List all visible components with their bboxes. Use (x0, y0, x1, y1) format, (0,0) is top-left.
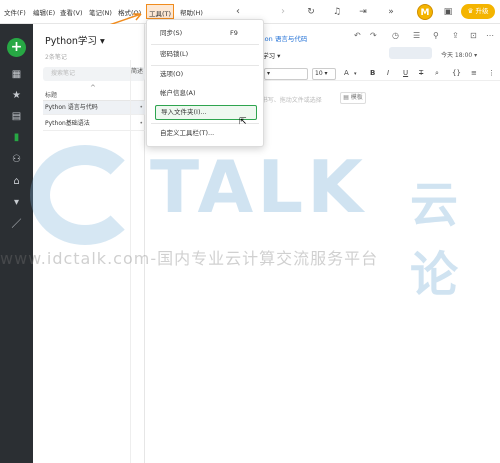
clock-icon[interactable]: ◷ (392, 31, 399, 40)
strikethrough-icon[interactable]: T (419, 69, 423, 77)
template-icon: ▤ (343, 94, 349, 101)
dot-icon: • (139, 120, 143, 127)
menu-item-label: 导入文件夹(I)... (161, 108, 207, 116)
grid-icon[interactable]: ▦ (9, 67, 24, 82)
font-color-icon[interactable]: A (344, 69, 349, 77)
forward-icon[interactable]: › (276, 5, 290, 19)
highlight-icon[interactable]: ⌕ (435, 69, 439, 78)
disabled-button (389, 47, 432, 59)
menu-item-label: 选项(O) (160, 70, 184, 78)
chevron-down-icon[interactable]: ▾ (354, 71, 357, 77)
menu-item-label: 帐户信息(A) (160, 89, 196, 97)
menu-tools[interactable]: 工具(T) (146, 4, 175, 19)
note-icon[interactable]: ▤ (9, 109, 24, 124)
menu-item-account-info[interactable]: 帐户信息(A) (155, 86, 257, 101)
dot-icon: • (139, 104, 143, 111)
sort-up-icon[interactable]: ^ (90, 84, 96, 92)
divider (151, 65, 259, 66)
italic-icon[interactable]: I (387, 69, 389, 77)
upgrade-button[interactable]: ♛ 升级 (461, 4, 495, 19)
upgrade-label: 升级 (475, 7, 489, 15)
menu-view[interactable]: 查看(V) (60, 7, 83, 17)
crown-icon: ♛ (467, 7, 474, 15)
sidebar: + ▦ ★ ▤ ▮ ⚇ ⌂ ▾ ／ (0, 24, 33, 463)
undo-icon[interactable]: ↶ (354, 31, 361, 40)
reminder-time[interactable]: 今天 18:00 ▾ (441, 50, 477, 59)
pen-icon[interactable]: ／ (9, 217, 24, 232)
notebook-icon[interactable]: ▮ (9, 130, 24, 145)
note-count: 2条笔记 (45, 54, 67, 61)
mouse-cursor-icon: ⇱ (239, 117, 247, 127)
note-title: Python 语言与代码 (45, 104, 98, 111)
note-list-panel: Python学习 ▾ 2条笔记 搜索笔记 标题 ^ Python 语言与代码 •… (33, 24, 145, 463)
share-note-icon[interactable]: ⇪ (452, 31, 459, 40)
more-icon[interactable]: » (384, 5, 398, 19)
share-icon[interactable]: ⇥ (356, 5, 370, 19)
watermark-brand: TALK (150, 145, 367, 229)
note-title-breadcrumb[interactable]: thon 语言与代码 (258, 33, 307, 43)
notebook-title[interactable]: Python学习 ▾ (45, 33, 105, 47)
font-family-select[interactable]: ▾ (264, 68, 308, 80)
watermark-brand-cn: 云论 (410, 177, 459, 303)
divider (151, 44, 259, 45)
menu-item-password-lock[interactable]: 密码锁(L) (155, 47, 257, 62)
back-icon[interactable]: ‹ (231, 5, 245, 19)
star-icon[interactable]: ★ (9, 88, 24, 103)
menu-help[interactable]: 帮助(H) (180, 7, 203, 17)
column-summary[interactable]: 简述 (131, 66, 143, 75)
font-size-select[interactable]: 10 ▾ (312, 68, 336, 80)
pin-icon[interactable]: ⚲ (433, 31, 439, 40)
column-separator (130, 60, 131, 463)
menu-item-label: 同步(S) (160, 29, 183, 37)
font-size-value: 10 (315, 70, 323, 77)
template-button[interactable]: ▤ 模板 (340, 92, 366, 104)
skin-icon[interactable]: ▣ (441, 5, 455, 19)
avatar[interactable]: M (417, 4, 433, 20)
more-options-icon[interactable]: ⋯ (486, 31, 494, 40)
bold-icon[interactable]: B (370, 69, 375, 77)
align-icon[interactable]: ≡ (471, 69, 477, 77)
lock-icon[interactable]: ⊡ (470, 31, 477, 40)
shortcut-label: F9 (230, 29, 238, 37)
menu-edit[interactable]: 编辑(E) (33, 7, 55, 17)
trash-icon[interactable]: ▾ (9, 195, 24, 210)
menu-item-sync[interactable]: 同步(S) F9 (155, 26, 257, 41)
template-label: 模板 (350, 94, 363, 101)
menu-item-customize-toolbar[interactable]: 自定义工具栏(T)... (155, 126, 257, 141)
editor-placeholder[interactable]: n书写、拖动文件或选择 (258, 95, 322, 104)
underline-icon[interactable]: U (403, 69, 408, 77)
tools-dropdown-menu: 同步(S) F9 密码锁(L) 选项(O) 帐户信息(A) 导入文件夹(I)..… (146, 19, 264, 147)
list-icon[interactable]: ☰ (413, 31, 420, 40)
redo-icon[interactable]: ↷ (370, 31, 377, 40)
menu-item-options[interactable]: 选项(O) (155, 67, 257, 82)
code-icon[interactable]: {} (452, 69, 461, 77)
menu-item-label: 密码锁(L) (160, 50, 189, 58)
note-title: Python基础语法 (45, 120, 90, 127)
people-icon[interactable]: ⚇ (9, 152, 24, 167)
tag-icon[interactable]: ⌂ (9, 174, 24, 189)
new-note-button[interactable]: + (7, 38, 26, 57)
bell-icon[interactable]: ♫ (330, 5, 344, 19)
list-format-icon[interactable]: ⋮ (488, 69, 495, 77)
sync-icon[interactable]: ↻ (304, 5, 318, 19)
menu-item-label: 自定义工具栏(T)... (160, 129, 215, 137)
column-title[interactable]: 标题 (45, 90, 57, 99)
menu-file[interactable]: 文件(F) (4, 7, 26, 17)
